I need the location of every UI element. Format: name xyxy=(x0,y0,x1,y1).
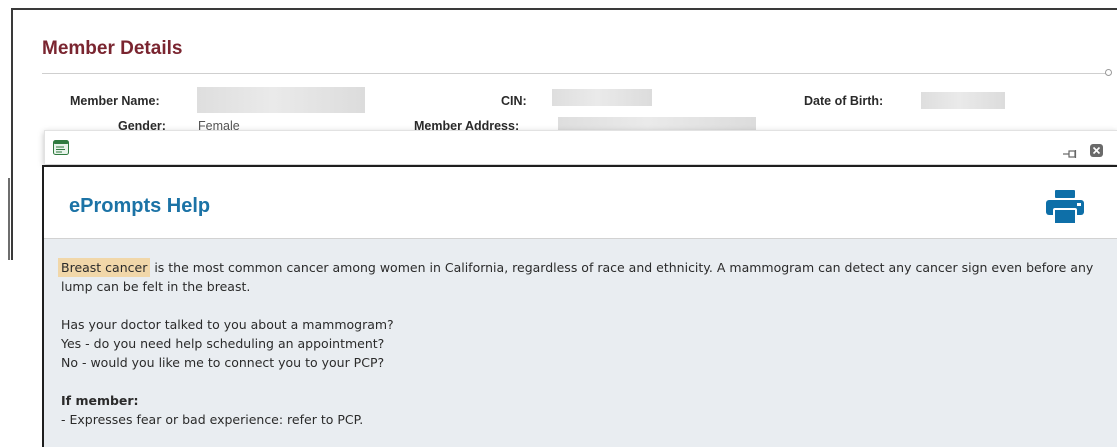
close-icon[interactable] xyxy=(1090,144,1103,162)
print-icon[interactable] xyxy=(1046,190,1084,229)
no-line: No - would you like me to connect you to… xyxy=(61,355,385,370)
if-member-heading: If member: xyxy=(61,393,139,408)
left-divider xyxy=(8,178,10,260)
member-name-label: Member Name: xyxy=(70,94,160,108)
collapse-handle[interactable] xyxy=(1105,69,1112,76)
cin-label: CIN: xyxy=(501,94,527,108)
popup-window-bar xyxy=(44,130,1117,164)
member-name-value-redacted xyxy=(197,87,365,113)
help-body: Breast cancer is the most common cancer … xyxy=(58,258,1101,429)
window-icon xyxy=(53,140,69,160)
pin-icon[interactable] xyxy=(1063,146,1077,164)
yes-line: Yes - do you need help scheduling an app… xyxy=(61,336,385,351)
title-divider xyxy=(42,73,1108,74)
dob-value-redacted xyxy=(921,92,1005,109)
question-line: Has your doctor talked to you about a ma… xyxy=(61,317,394,332)
cin-value-redacted xyxy=(552,89,652,106)
dob-label: Date of Birth: xyxy=(804,94,884,108)
intro-text: is the most common cancer among women in… xyxy=(61,260,1094,294)
page-title: Member Details xyxy=(42,38,183,59)
help-title: ePrompts Help xyxy=(69,195,211,217)
intro-paragraph: Breast cancer is the most common cancer … xyxy=(58,258,1101,296)
highlighted-term: Breast cancer xyxy=(58,258,151,277)
fear-line: - Expresses fear or bad experience: refe… xyxy=(61,412,364,427)
